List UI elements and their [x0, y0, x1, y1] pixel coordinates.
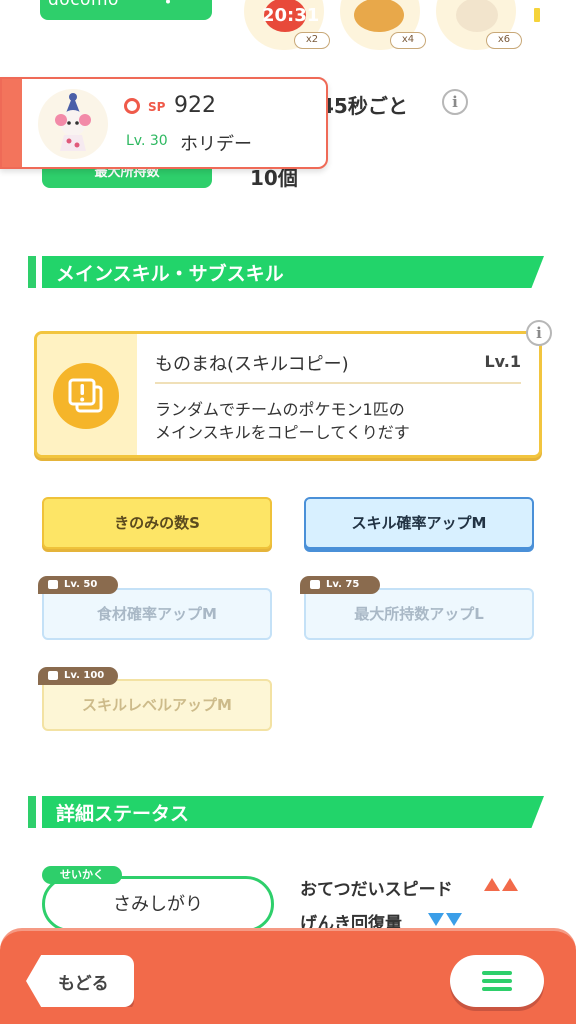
ingredient-count: x4: [390, 32, 426, 49]
lock-level: Lv. 75: [326, 579, 360, 590]
carrier-name: docomo: [48, 0, 119, 10]
nature-label: せいかく: [42, 866, 122, 884]
status-bar: docomo x2 20:31 x4 x6: [0, 0, 576, 50]
lock-icon: [48, 671, 58, 680]
pokemon-name: ホリデー: [180, 134, 252, 155]
sp-value: 922: [174, 93, 216, 118]
skills-section-header: メインスキル・サブスキル: [28, 256, 544, 288]
ingredient-count: x2: [294, 32, 330, 49]
mime-jr-icon: [55, 93, 91, 151]
nature-up-effect: おてつだいスピード: [300, 880, 453, 900]
potato-icon: [354, 0, 404, 32]
ingredient-slot-2: x4: [340, 0, 426, 50]
menu-icon: [482, 979, 512, 983]
main-skill-level: Lv.1: [484, 352, 521, 371]
skill-copy-icon: [53, 363, 119, 429]
lock-icon: [310, 580, 320, 589]
down-arrow-icon: [428, 913, 444, 926]
up-arrow-icon: [502, 878, 518, 891]
lock-icon: [48, 580, 58, 589]
section-title: 詳細ステータス: [56, 803, 190, 825]
skill-icon-box: [37, 334, 137, 455]
subskill-button-5[interactable]: スキルレベルアップM: [42, 679, 272, 731]
main-skill-card[interactable]: ものまね(スキルコピー) Lv.1 ランダムでチームのポケモン1匹の メインスキ…: [34, 331, 542, 458]
bottom-bar: もどる: [0, 928, 576, 1024]
lock-badge: Lv. 100: [38, 667, 118, 685]
info-icon[interactable]: i: [442, 89, 468, 115]
wifi-icon: [166, 0, 170, 4]
menu-icon: [482, 971, 512, 975]
description-line: メインスキルをコピーしてくりだす: [155, 423, 410, 442]
pokemon-avatar: [38, 89, 108, 159]
lock-level: Lv. 50: [64, 579, 98, 590]
section-bar-accent: [28, 256, 36, 288]
lock-badge: Lv. 50: [38, 576, 118, 594]
battery-icon: [534, 8, 540, 22]
description-line: ランダムでチームのポケモン1匹の: [155, 400, 405, 419]
main-skill-description: ランダムでチームのポケモン1匹の メインスキルをコピーしてくりだす: [155, 398, 525, 444]
subskill-button-2[interactable]: スキル確率アップM: [304, 497, 534, 549]
ingredient-slot-3: x6: [436, 0, 522, 50]
lock-level: Lv. 100: [64, 670, 105, 681]
back-label: もどる: [58, 974, 109, 994]
card-accent: [2, 79, 22, 167]
nature-value[interactable]: さみしがり: [42, 876, 274, 932]
subskill-button-1[interactable]: きのみの数S: [42, 497, 272, 549]
subskill-button-4[interactable]: 最大所持数アップL: [304, 588, 534, 640]
details-section-header: 詳細ステータス: [28, 796, 544, 828]
egg-icon: [456, 0, 498, 32]
down-arrow-icon: [446, 913, 462, 926]
pokemon-level: Lv. 30: [126, 133, 168, 149]
sp-label: SP: [148, 100, 166, 114]
menu-button[interactable]: [450, 955, 544, 1007]
ingredient-count: x6: [486, 32, 522, 49]
skill-body: ものまね(スキルコピー) Lv.1 ランダムでチームのポケモン1匹の メインスキ…: [137, 334, 539, 455]
lock-badge: Lv. 75: [300, 576, 380, 594]
status-time: 20:31: [262, 5, 320, 26]
subskill-button-3[interactable]: 食材確率アップM: [42, 588, 272, 640]
pokeball-icon: [124, 98, 140, 114]
up-arrow-icon: [484, 878, 500, 891]
section-bar-accent: [28, 796, 36, 828]
pokemon-summary-card[interactable]: SP 922 Lv. 30 ホリデー: [0, 77, 328, 169]
skill-info-icon[interactable]: i: [526, 320, 552, 346]
section-title: メインスキル・サブスキル: [56, 263, 284, 285]
top-green-pill: docomo: [40, 0, 212, 20]
menu-icon: [482, 987, 512, 991]
main-skill-name: ものまね(スキルコピー): [155, 354, 349, 375]
divider: [155, 382, 521, 384]
